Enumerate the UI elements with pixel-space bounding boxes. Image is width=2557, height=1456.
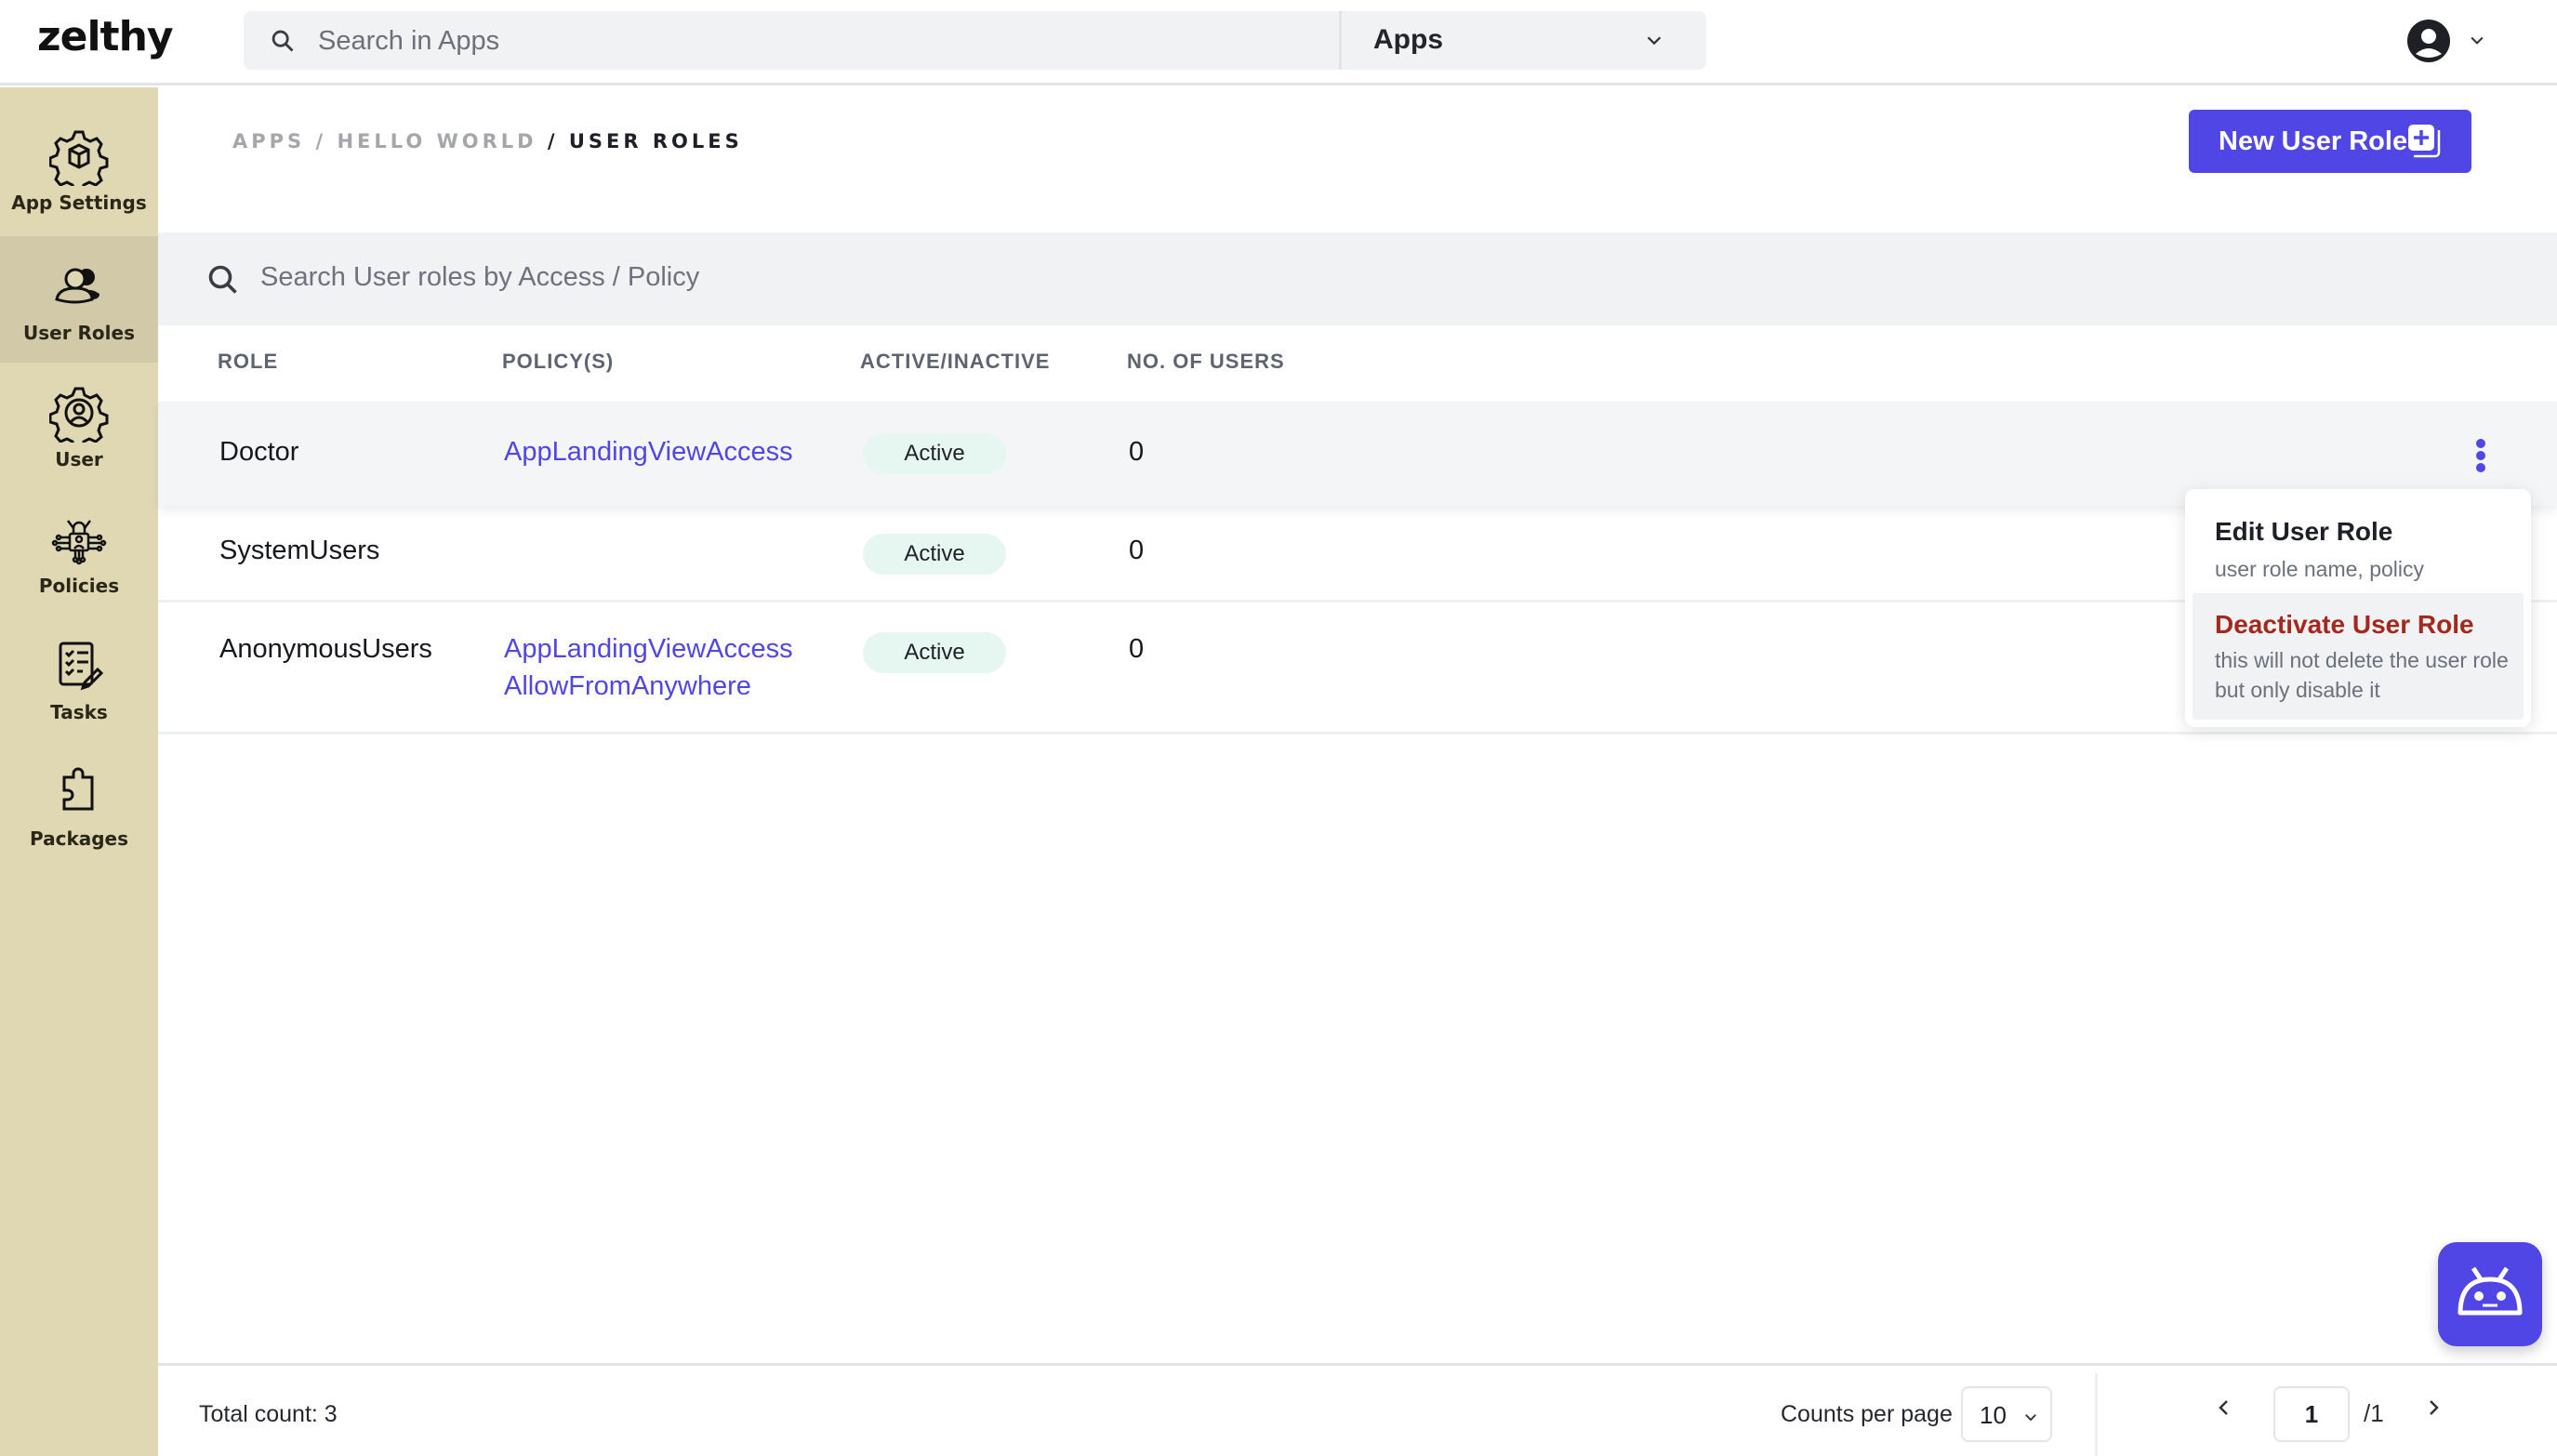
row-divider (158, 732, 2557, 735)
breadcrumb-item-apps[interactable]: APPS (232, 130, 305, 152)
chevron-down-icon (2025, 1414, 2036, 1422)
new-user-role-label: New User Role (2219, 126, 2408, 156)
page-number-input[interactable]: 1 (2273, 1386, 2350, 1442)
column-header-active[interactable]: ACTIVE/INACTIVE (860, 350, 1050, 374)
policy-link[interactable]: AppLandingViewAccess (504, 433, 793, 470)
add-stack-icon (2408, 125, 2441, 158)
menu-item-title: Deactivate User Role (2215, 610, 2474, 639)
user-count: 0 (1129, 536, 1145, 565)
pagination-footer: Total count: 3 Counts per page 10 1 /1 (158, 1363, 2557, 1456)
role-name: SystemUsers (219, 536, 380, 565)
policy-list: AppLandingViewAccess (504, 433, 793, 470)
apps-select-value: Apps (1373, 24, 1443, 55)
policy-link[interactable]: AllowFromAnywhere (504, 668, 793, 705)
breadcrumb: APPS / HELLO WORLD / USER ROLES (232, 130, 743, 152)
role-search-bar[interactable]: Search User roles by Access / Policy (158, 232, 2557, 325)
menu-item-description: this will not delete the user role but o… (2215, 648, 2509, 702)
policy-link[interactable]: AppLandingViewAccess (504, 630, 793, 668)
sidebar-item-label: Packages (29, 827, 129, 850)
search-icon (272, 30, 294, 52)
chevron-right-icon[interactable] (2422, 1394, 2444, 1422)
sidebar-item-label: User (55, 448, 103, 470)
menu-item-deactivate-user-role[interactable]: Deactivate User Role this will not delet… (2193, 593, 2524, 720)
status-badge: Active (863, 534, 1006, 575)
sidebar-item-app-settings[interactable]: App Settings (0, 106, 158, 232)
checklist-pencil-icon (59, 642, 104, 691)
sidebar-item-user-roles[interactable]: User Roles (0, 236, 158, 363)
sidebar-item-user[interactable]: User (0, 363, 158, 489)
column-header-users[interactable]: NO. OF USERS (1127, 350, 1285, 374)
chevron-left-icon[interactable] (2213, 1394, 2235, 1422)
android-bot-icon (2458, 1266, 2523, 1316)
counts-per-page-value: 10 (1980, 1401, 2007, 1429)
sidebar-item-label: Tasks (50, 701, 108, 723)
status-badge: Active (863, 433, 1006, 474)
total-pages: /1 (2364, 1399, 2384, 1427)
sidebar-item-label: Policies (38, 575, 120, 597)
policy-list: AppLandingViewAccess AllowFromAnywhere (504, 630, 793, 705)
logo[interactable]: zelthy (37, 13, 174, 60)
user-avatar-icon[interactable] (2406, 19, 2451, 63)
status-badge: Active (863, 632, 1006, 673)
role-search-input[interactable]: Search User roles by Access / Policy (260, 262, 699, 293)
global-search-input[interactable]: Search in Apps (318, 26, 499, 57)
breadcrumb-item-user-roles: USER ROLES (568, 130, 743, 152)
column-header-policies[interactable]: POLICY(S) (502, 350, 614, 374)
users-icon (55, 268, 99, 304)
top-bar: zelthy Search in Apps Apps (0, 0, 2557, 86)
role-name: AnonymousUsers (219, 634, 432, 664)
menu-item-description: user role name, policy (2215, 557, 2424, 581)
sidebar-item-policies[interactable]: Policies (0, 489, 158, 615)
gear-cube-icon (49, 130, 109, 186)
gear-user-icon (49, 387, 109, 443)
new-user-role-button[interactable]: New User Role (2189, 110, 2471, 173)
breadcrumb-item-hello-world[interactable]: HELLO WORLD (337, 130, 537, 152)
menu-item-edit-user-role[interactable]: Edit User Role user role name, policy (2193, 496, 2524, 588)
apps-select[interactable]: Apps (1342, 11, 1706, 70)
sidebar-item-label: User Roles (23, 322, 135, 344)
lock-circuit-icon (51, 520, 107, 565)
chevron-down-icon (1647, 36, 1662, 46)
assistant-bot-button[interactable] (2438, 1242, 2542, 1346)
search-icon (208, 265, 237, 294)
global-search-bar[interactable]: Search in Apps Apps (244, 11, 1706, 70)
column-header-role[interactable]: ROLE (218, 350, 278, 374)
puzzle-icon (62, 767, 94, 811)
total-count: Total count: 3 (199, 1401, 338, 1427)
more-options-icon[interactable] (2473, 437, 2488, 474)
chevron-down-icon[interactable] (2468, 31, 2486, 49)
sidebar-item-packages[interactable]: Packages (0, 742, 158, 868)
footer-divider (2095, 1373, 2098, 1456)
counts-per-page-label: Counts per page (1781, 1401, 1953, 1427)
sidebar: App Settings User Roles User Policies Ta… (0, 87, 158, 1456)
sidebar-item-tasks[interactable]: Tasks (0, 615, 158, 742)
breadcrumb-separator: / (547, 130, 559, 152)
user-count: 0 (1129, 437, 1145, 467)
row-context-menu: Edit User Role user role name, policy De… (2185, 489, 2531, 727)
menu-item-title: Edit User Role (2215, 517, 2393, 546)
sidebar-item-label: App Settings (11, 192, 147, 214)
user-count: 0 (1129, 634, 1145, 664)
role-name: Doctor (219, 437, 299, 467)
breadcrumb-separator: / (315, 130, 327, 152)
counts-per-page-select[interactable]: 10 (1961, 1386, 2052, 1442)
